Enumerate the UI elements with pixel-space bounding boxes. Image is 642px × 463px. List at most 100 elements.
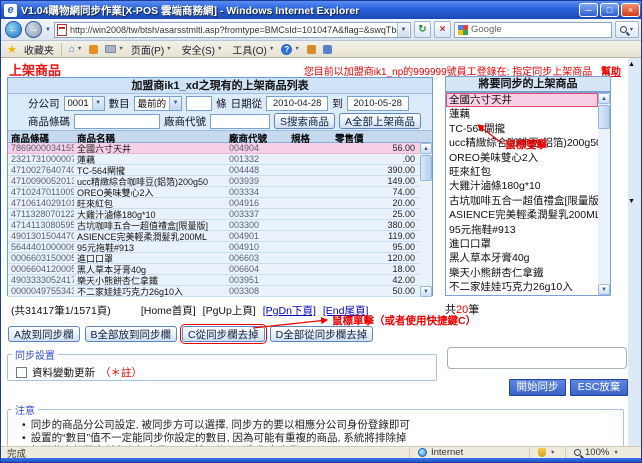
zoom-segment[interactable]: 100% ▼	[565, 447, 642, 458]
sync-list-scrollbar[interactable]: ▲ ▼	[598, 93, 610, 295]
branch-select[interactable]: 0001 ▼	[64, 96, 105, 111]
sync-list-item[interactable]: 大雞汁滷條180g*10	[446, 179, 598, 193]
scroll-up-icon[interactable]: ▲	[628, 58, 642, 73]
count-select[interactable]: 最前的 ▼	[134, 96, 183, 111]
action-buttons: A放到同步欄 B全部放到同步欄C從同步欄去掉 D全部從同步欄去掉	[8, 326, 373, 342]
scrollbar-thumb[interactable]	[628, 73, 642, 195]
pagination-home[interactable]: [Home首頁]	[141, 303, 196, 318]
list-all-products-button[interactable]: A全部上架商品	[339, 113, 421, 129]
sync-list-item[interactable]: ASIENCE完美輕柔潤髮乳200ML	[446, 208, 598, 222]
close-button[interactable]: ×	[621, 3, 640, 17]
vendor-input[interactable]	[210, 114, 270, 129]
date-to-input[interactable]	[347, 96, 409, 111]
table-cell: 004910	[226, 242, 288, 252]
search-box	[454, 22, 612, 38]
sync-list-item[interactable]: 不二家娃娃巧克力26g10入	[446, 280, 598, 294]
action-button-b[interactable]: B全部放到同步欄	[85, 326, 178, 342]
scroll-down-icon[interactable]: ▼	[598, 284, 610, 295]
search-input[interactable]	[471, 24, 611, 35]
table-cell: 4710090052013	[8, 176, 74, 186]
scrollbar-thumb[interactable]	[420, 155, 432, 181]
extra-toolbar-icon-2[interactable]	[323, 45, 332, 54]
extra-toolbar-icon-1[interactable]	[307, 45, 316, 54]
chevron-down-icon: ▼	[217, 46, 222, 52]
table-cell: 4711328070122	[8, 209, 74, 219]
table-cell: 003337	[226, 209, 288, 219]
annotation-double-click: 鼠標雙擊	[505, 137, 547, 152]
menu-page[interactable]: 页面(P)▼	[131, 42, 172, 57]
pagination-summary: (共31417筆1/1571頁)	[11, 303, 111, 318]
help-icon: ?	[281, 44, 292, 55]
sync-list-item[interactable]: 進口口罩	[446, 237, 598, 251]
table-cell: 120.00	[332, 253, 420, 263]
scrollbar-thumb[interactable]	[598, 105, 610, 129]
table-cell: 7869000034155	[8, 143, 74, 153]
count-input[interactable]	[186, 96, 212, 111]
table-cell: 380.00	[332, 220, 420, 230]
favorites-label[interactable]: 收藏夹	[24, 42, 54, 57]
sync-settings-row: 資料變動更新 （＊註）	[8, 362, 436, 380]
date-to-label: 到	[332, 96, 343, 111]
scroll-up-icon[interactable]: ▲	[420, 143, 432, 154]
pagination-pgdn-link[interactable]: [PgDn下頁]	[263, 303, 316, 318]
feed-icon[interactable]	[89, 45, 98, 54]
sync-list-item[interactable]: TC-564閘攏	[446, 122, 598, 136]
sync-list: 全國六寸天井蓮藕TC-564閘攏ucc精緻綜合咖啡豆(鋁箔)200g50OREO…	[446, 93, 598, 295]
forward-button[interactable]: →	[25, 21, 42, 38]
minimize-button[interactable]: ─	[579, 3, 598, 17]
address-dropdown-icon[interactable]: ▼	[397, 23, 409, 37]
action-button-d[interactable]: D全部從同步欄去掉	[270, 326, 374, 342]
sync-list-item[interactable]: 全國六寸天井	[446, 93, 598, 107]
sync-list-item[interactable]: 黑人草本牙膏40g	[446, 251, 598, 265]
search-button[interactable]: ▼	[615, 21, 639, 38]
action-button-a[interactable]: A放到同步欄	[8, 326, 80, 342]
sync-list-item[interactable]: OREO美味雙心2入	[446, 151, 598, 165]
sync-list-item[interactable]: 蓮藕	[446, 107, 598, 121]
table-row[interactable]: 0000049755343不二家娃娃巧克力26g10入00330850.00	[8, 286, 420, 297]
sync-list-item[interactable]: 95元拖鞋#913	[446, 223, 598, 237]
pagination-pgup[interactable]: [PgUp上頁]	[203, 303, 256, 318]
print-button[interactable]: ▼	[105, 45, 123, 53]
address-bar: ← → ▼ ▼ ↻ × ▼	[1, 19, 642, 41]
maximize-button[interactable]: □	[600, 3, 619, 17]
table-cell: 5644401000006	[8, 242, 74, 252]
refresh-button[interactable]: ↻	[414, 21, 431, 38]
stop-button[interactable]: ×	[434, 21, 451, 38]
start-sync-button[interactable]: 開始同步	[509, 379, 566, 396]
barcode-input[interactable]	[74, 114, 160, 129]
url-input[interactable]	[70, 24, 397, 36]
home-button[interactable]: ⌂ ▼	[69, 44, 83, 55]
scroll-up-icon[interactable]: ▲	[598, 93, 610, 104]
favorites-star-icon[interactable]: ★	[7, 43, 17, 56]
menu-tools[interactable]: 工具(O)▼	[232, 42, 274, 57]
data-change-checkbox[interactable]	[16, 367, 27, 378]
chevron-down-icon: ▼	[613, 450, 618, 456]
table-cell: 006603	[226, 253, 288, 263]
date-from-input[interactable]	[266, 96, 328, 111]
table-cell: 390.00	[332, 165, 420, 175]
history-dropdown-icon[interactable]: ▼	[45, 27, 51, 33]
table-cell: 004901	[226, 231, 288, 241]
help-button[interactable]: ? ▼	[281, 44, 299, 55]
scroll-down-icon[interactable]: ▼	[628, 195, 642, 210]
search-dropdown-icon: ▼	[629, 27, 634, 33]
internet-globe-icon	[418, 448, 427, 457]
table-cell: 001332	[226, 154, 288, 164]
cancel-sync-button[interactable]: ESC放棄	[570, 379, 628, 396]
page-scrollbar[interactable]: ▲ ▼	[628, 58, 642, 446]
table-cell: 4714113080595	[8, 220, 74, 230]
back-button[interactable]: ←	[5, 21, 22, 38]
search-products-button[interactable]: S搜索商品	[274, 113, 335, 129]
protected-mode-segment[interactable]: ▼	[529, 447, 565, 458]
scroll-down-icon[interactable]: ▼	[420, 286, 432, 297]
sync-panel-caption: 將要同步的上架商品	[445, 76, 611, 92]
sync-list-item[interactable]: 古坑咖啡五合一超值禮盒[限量版]	[446, 194, 598, 208]
google-icon	[458, 25, 468, 35]
action-button-c[interactable]: C從同步欄去掉	[182, 326, 265, 342]
sync-list-item[interactable]: 旺來紅包	[446, 165, 598, 179]
table-cell: 0006603150005	[8, 253, 74, 263]
table-scrollbar[interactable]: ▲ ▼	[420, 143, 432, 297]
windows-taskbar[interactable]	[1, 458, 642, 463]
sync-list-item[interactable]: 樂天小熊餅杏仁拿鐵	[446, 266, 598, 280]
menu-safety[interactable]: 安全(S)▼	[182, 42, 223, 57]
